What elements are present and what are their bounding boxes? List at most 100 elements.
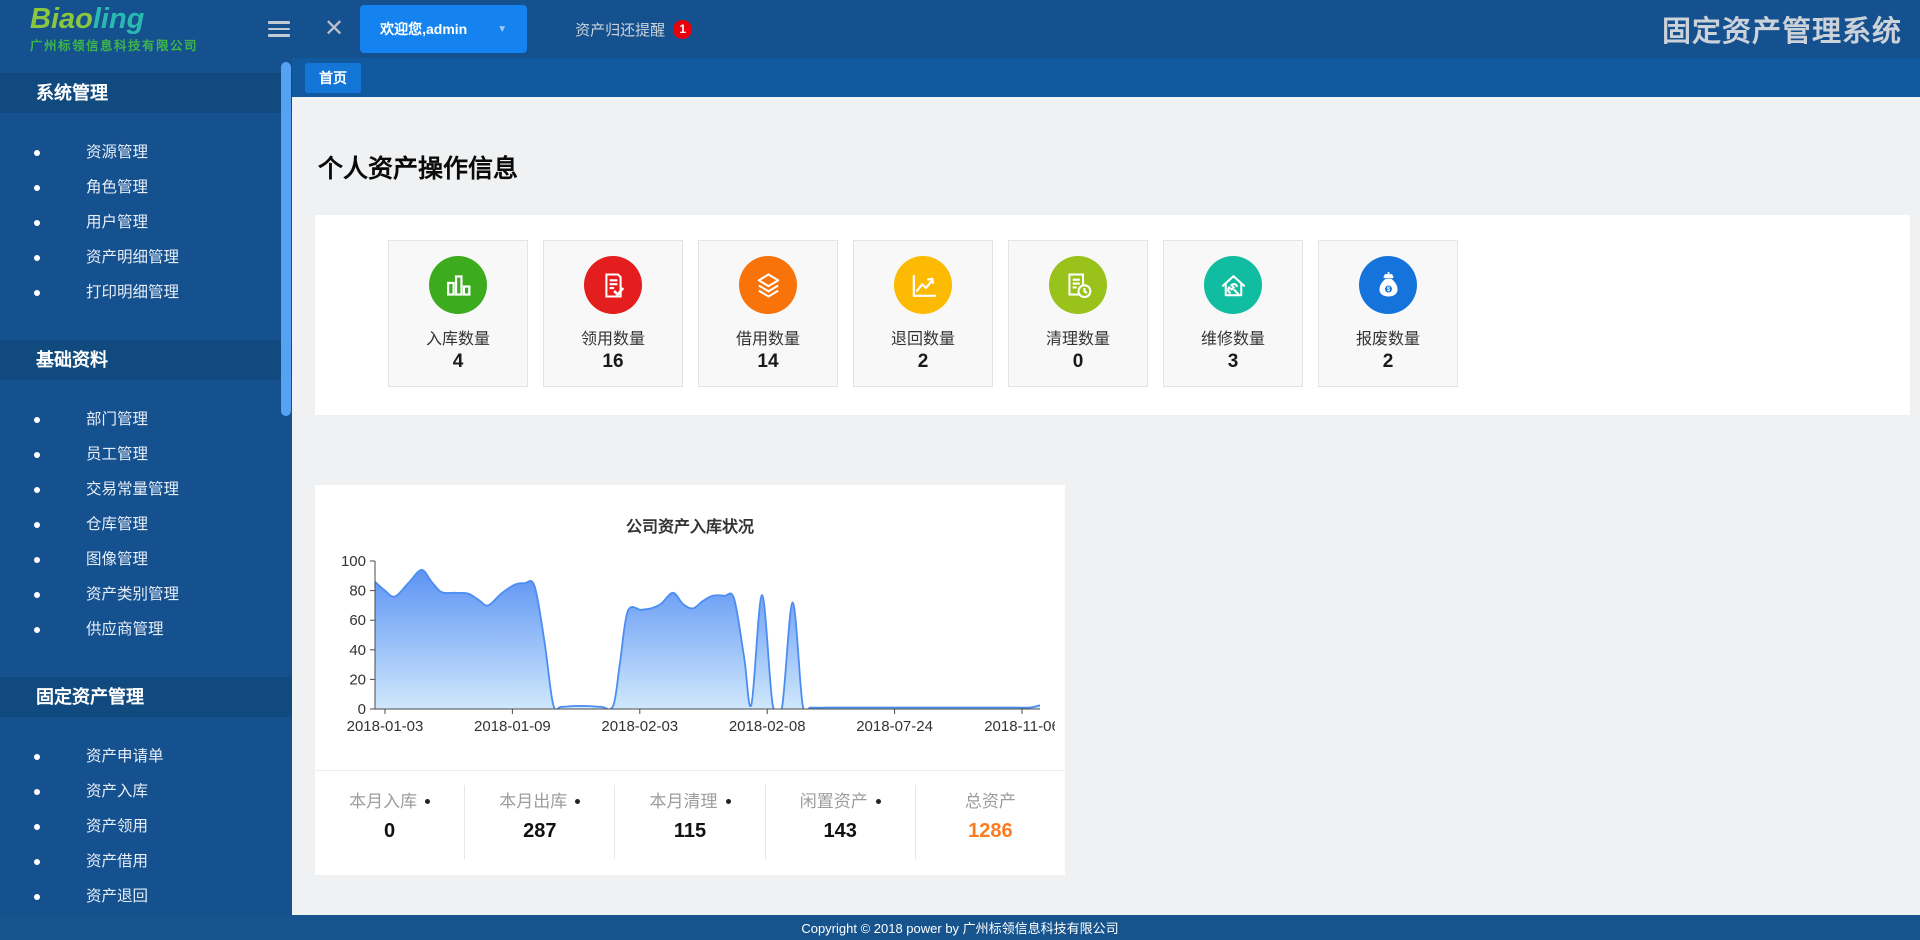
- stat-card-label: 报废数量: [1319, 325, 1457, 349]
- sidebar-item[interactable]: 交易常量管理: [0, 472, 292, 507]
- sidebar-section: 固定资产管理资产申请单资产入库资产领用资产借用资产退回: [0, 677, 292, 915]
- chevron-down-icon: ▼: [497, 24, 507, 35]
- sidebar-scrollbar-thumb[interactable]: [281, 62, 291, 416]
- company-name: 广州标领信息科技有限公司: [30, 35, 250, 54]
- sidebar-section-title[interactable]: 固定资产管理: [0, 677, 292, 717]
- summary-dot-icon: [876, 799, 881, 804]
- svg-text:40: 40: [349, 642, 366, 659]
- summary-label: 本月清理: [615, 787, 764, 812]
- stat-card-label: 领用数量: [544, 325, 682, 349]
- summary-dot-icon: [575, 799, 580, 804]
- reminder-label: 资产归还提醒: [575, 19, 665, 40]
- stat-card-label: 借用数量: [699, 325, 837, 349]
- app-logo: Biaoling 广州标领信息科技有限公司: [0, 4, 250, 54]
- stat-card: 维修数量 3: [1163, 240, 1303, 387]
- home-wrench-icon: [1204, 256, 1262, 314]
- logo-part2: ling: [93, 3, 145, 35]
- summary-label: 本月入库: [315, 787, 464, 812]
- svg-text:2018-02-03: 2018-02-03: [601, 718, 678, 735]
- stat-card-value: 4: [389, 351, 527, 373]
- summary-label: 总资产: [916, 787, 1065, 812]
- stat-card: 入库数量 4: [388, 240, 528, 387]
- summary-label: 本月出库: [465, 787, 614, 812]
- summary-dot-icon: [726, 799, 731, 804]
- hamburger-menu-icon[interactable]: [268, 17, 294, 41]
- sidebar-section-title[interactable]: 基础资料: [0, 340, 292, 380]
- stat-card-label: 维修数量: [1164, 325, 1302, 349]
- stat-card-label: 清理数量: [1009, 325, 1147, 349]
- sidebar-item[interactable]: 打印明细管理: [0, 275, 292, 310]
- sidebar: 系统管理资源管理角色管理用户管理资产明细管理打印明细管理基础资料部门管理员工管理…: [0, 58, 292, 915]
- sidebar-item[interactable]: 资产入库: [0, 774, 292, 809]
- asset-return-reminder[interactable]: 资产归还提醒 1: [575, 19, 692, 40]
- stat-card: 领用数量 16: [543, 240, 683, 387]
- svg-text:100: 100: [341, 553, 366, 570]
- stat-card-value: 3: [1164, 351, 1302, 373]
- summary-dot-icon: [425, 799, 430, 804]
- line-chart-icon: [894, 256, 952, 314]
- sidebar-item[interactable]: 角色管理: [0, 170, 292, 205]
- summary-value: 115: [615, 820, 764, 843]
- copyright-text: Copyright © 2018 power by 广州标领信息科技有限公司: [801, 918, 1118, 937]
- system-title: 固定资产管理系统: [1662, 8, 1902, 50]
- summary-row: 本月入库 0 本月出库 287 本月清理 115 闲置资产 143 总资产 12…: [315, 770, 1065, 859]
- stat-card-value: 16: [544, 351, 682, 373]
- svg-text:2018-07-24: 2018-07-24: [856, 718, 933, 735]
- svg-text:2018-02-08: 2018-02-08: [729, 718, 806, 735]
- summary-item: 闲置资产 143: [766, 785, 916, 859]
- summary-item: 本月出库 287: [465, 785, 615, 859]
- summary-item: 总资产 1286: [916, 785, 1065, 859]
- tab-bar: 首页: [292, 58, 1920, 97]
- svg-text:60: 60: [349, 612, 366, 629]
- summary-label: 闲置资产: [766, 787, 915, 812]
- sidebar-item[interactable]: 资产申请单: [0, 739, 292, 774]
- sidebar-section-title[interactable]: 系统管理: [0, 73, 292, 113]
- area-chart: 0204060801002018-01-032018-01-092018-02-…: [315, 543, 1065, 756]
- footer: Copyright © 2018 power by 广州标领信息科技有限公司: [0, 915, 1920, 940]
- top-header: Biaoling 广州标领信息科技有限公司 ✕ 欢迎您,admin ▼ 资产归还…: [0, 0, 1920, 58]
- sidebar-item[interactable]: 资产领用: [0, 809, 292, 844]
- stat-card-value: 0: [1009, 351, 1147, 373]
- sidebar-item[interactable]: 资源管理: [0, 135, 292, 170]
- logo-text: Biaoling: [30, 4, 250, 34]
- svg-text:80: 80: [349, 583, 366, 600]
- document-clock-icon: [1049, 256, 1107, 314]
- sidebar-item[interactable]: 用户管理: [0, 205, 292, 240]
- sidebar-item[interactable]: 图像管理: [0, 542, 292, 577]
- welcome-label: 欢迎您,admin: [380, 19, 467, 39]
- sidebar-section: 基础资料部门管理员工管理交易常量管理仓库管理图像管理资产类别管理供应商管理: [0, 340, 292, 677]
- summary-value: 0: [315, 820, 464, 843]
- sidebar-item[interactable]: 资产明细管理: [0, 240, 292, 275]
- stat-card-value: 2: [1319, 351, 1457, 373]
- svg-text:2018-01-03: 2018-01-03: [347, 718, 424, 735]
- close-icon[interactable]: ✕: [324, 17, 344, 41]
- sidebar-item[interactable]: 部门管理: [0, 402, 292, 437]
- sidebar-item[interactable]: 资产退回: [0, 879, 292, 914]
- tab-home[interactable]: 首页: [305, 63, 361, 93]
- stat-card: 借用数量 14: [698, 240, 838, 387]
- user-dropdown-button[interactable]: 欢迎您,admin ▼: [360, 5, 527, 53]
- chart-panel: 公司资产入库状况 0 20 40 60 80 100 2018-01-03 2018-01-0…: [315, 485, 1065, 875]
- sidebar-item[interactable]: 仓库管理: [0, 507, 292, 542]
- layers-icon: [739, 256, 797, 314]
- stat-card: $ 报废数量 2: [1318, 240, 1458, 387]
- sidebar-item[interactable]: 供应商管理: [0, 612, 292, 647]
- document-check-icon: [584, 256, 642, 314]
- stat-card-value: 2: [854, 351, 992, 373]
- sidebar-section: 系统管理资源管理角色管理用户管理资产明细管理打印明细管理: [0, 73, 292, 340]
- stat-card-label: 入库数量: [389, 325, 527, 349]
- svg-text:2018-01-09: 2018-01-09: [474, 718, 551, 735]
- sidebar-item[interactable]: 资产借用: [0, 844, 292, 879]
- summary-item: 本月清理 115: [615, 785, 765, 859]
- bar-chart-icon: [429, 256, 487, 314]
- sidebar-item[interactable]: 资产类别管理: [0, 577, 292, 612]
- stat-card-label: 退回数量: [854, 325, 992, 349]
- svg-text:20: 20: [349, 671, 366, 688]
- summary-value: 143: [766, 820, 915, 843]
- sidebar-item[interactable]: 员工管理: [0, 437, 292, 472]
- sidebar-sections: 系统管理资源管理角色管理用户管理资产明细管理打印明细管理基础资料部门管理员工管理…: [0, 73, 292, 915]
- chart-title: 公司资产入库状况: [315, 485, 1065, 537]
- svg-text:2018-11-06: 2018-11-06: [984, 718, 1055, 735]
- main-content: 个人资产操作信息 入库数量 4 领用数量 16 借用数量 14 退回数量 2 清…: [292, 97, 1920, 915]
- summary-value: 1286: [916, 820, 1065, 843]
